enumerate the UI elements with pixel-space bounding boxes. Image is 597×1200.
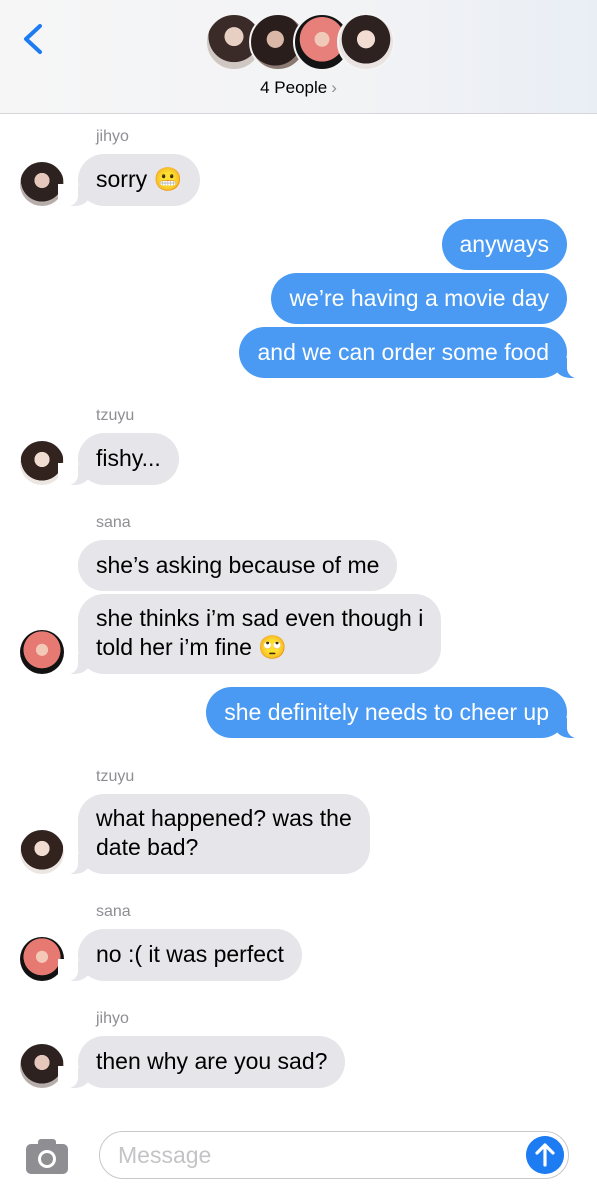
message-text: then why are you sad? bbox=[96, 1048, 328, 1074]
sender-name: tzuyu bbox=[96, 407, 135, 424]
sender-name: jihyo bbox=[96, 128, 129, 145]
message-text-line: date bad? bbox=[96, 834, 199, 860]
sender-name: jihyo bbox=[96, 1010, 129, 1027]
message-text: anyways bbox=[459, 231, 549, 257]
message-bubble-incoming[interactable]: what happened? was the date bad? bbox=[58, 794, 370, 874]
message-bubble-outgoing[interactable]: and we can order some food bbox=[239, 327, 587, 378]
message-text: she thinks i’m sad even though i told her… bbox=[96, 605, 423, 660]
message-text: and we can order some food bbox=[257, 339, 549, 365]
people-count-button[interactable]: 4 People › bbox=[0, 78, 597, 98]
conversation-header: 4 People › bbox=[0, 0, 597, 114]
message-text: she’s asking because of me bbox=[96, 552, 380, 578]
avatar bbox=[337, 13, 395, 71]
message-text: she definitely needs to cheer up bbox=[224, 699, 549, 725]
send-arrow-icon[interactable] bbox=[526, 1136, 564, 1174]
people-count-label: 4 People bbox=[260, 78, 328, 97]
message-bubble-incoming[interactable]: she’s asking because of me bbox=[78, 540, 398, 591]
message-text-line: what happened? was the bbox=[96, 805, 352, 831]
message-text: no :( it was perfect bbox=[96, 941, 284, 967]
message-bubble-incoming[interactable]: no :( it was perfect bbox=[58, 929, 302, 981]
message-bubble-incoming[interactable]: then why are you sad? bbox=[57, 1036, 346, 1088]
message-bubble-incoming[interactable]: fishy... bbox=[58, 433, 179, 485]
avatar bbox=[20, 830, 64, 874]
message-text: we’re having a movie day bbox=[289, 285, 549, 311]
camera-icon[interactable] bbox=[24, 1136, 70, 1176]
message-text: what happened? was the date bad? bbox=[96, 805, 352, 860]
message-text: fishy... bbox=[96, 445, 161, 471]
sender-name: sana bbox=[96, 514, 131, 531]
message-text-line: she thinks i’m sad even though i bbox=[96, 605, 424, 631]
sender-name: sana bbox=[96, 903, 131, 920]
message-text: sorry 😬 bbox=[96, 166, 183, 192]
avatar bbox=[20, 630, 64, 674]
message-bubble-incoming[interactable]: sorry 😬 bbox=[57, 154, 201, 206]
message-bubble-outgoing[interactable]: anyways bbox=[441, 219, 567, 270]
group-avatars[interactable] bbox=[205, 13, 395, 73]
message-input[interactable] bbox=[118, 1140, 518, 1170]
message-bubble-incoming[interactable]: she thinks i’m sad even though i told her… bbox=[57, 594, 442, 674]
chevron-right-icon: › bbox=[331, 78, 337, 97]
sender-name: tzuyu bbox=[96, 768, 135, 785]
back-chevron-icon[interactable] bbox=[18, 20, 52, 58]
message-composer bbox=[0, 1118, 597, 1200]
message-text-line: told her i’m fine 🙄 bbox=[96, 634, 287, 660]
message-bubble-outgoing[interactable]: we’re having a movie day bbox=[271, 273, 567, 324]
message-input-field[interactable] bbox=[99, 1131, 569, 1179]
message-bubble-outgoing[interactable]: she definitely needs to cheer up bbox=[206, 687, 587, 738]
